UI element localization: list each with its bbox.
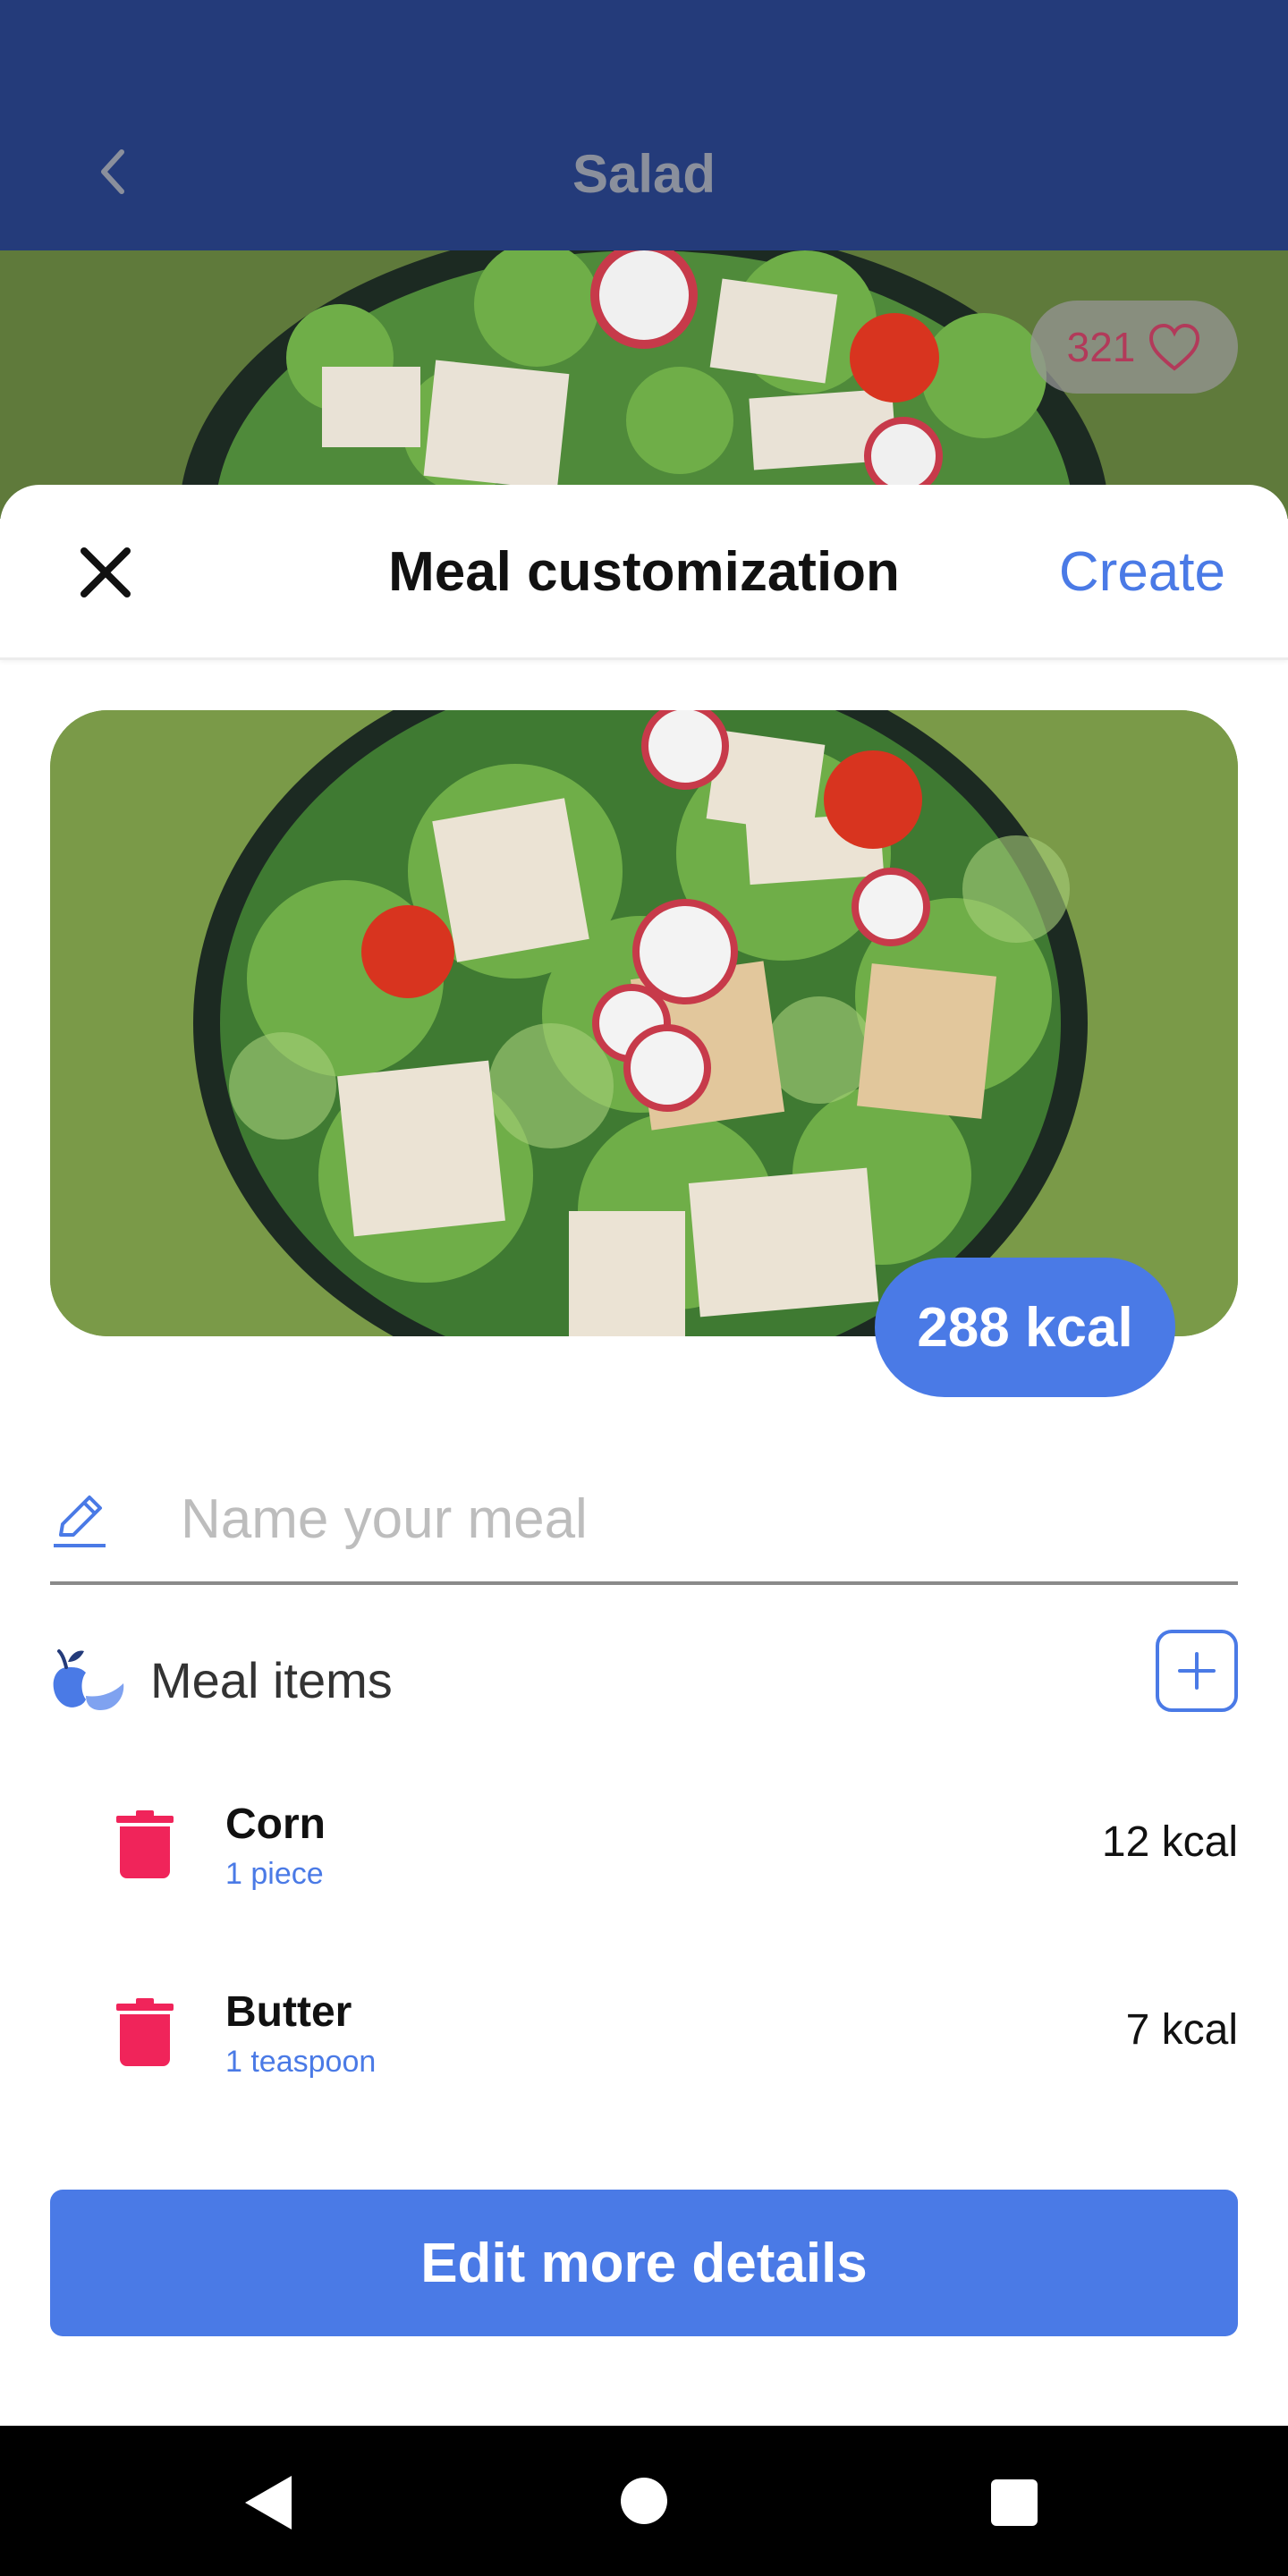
edit-more-details-button[interactable]: Edit more details	[50, 2190, 1238, 2336]
nav-back-icon[interactable]	[240, 2470, 297, 2535]
trash-icon[interactable]	[116, 1810, 174, 1878]
nav-recents-icon[interactable]	[991, 2479, 1038, 2526]
like-button[interactable]: 321	[1030, 301, 1238, 394]
create-button[interactable]: Create	[1059, 540, 1225, 604]
meal-item-name: Butter	[225, 1988, 352, 2036]
app-bar-title: Salad	[572, 144, 716, 204]
meal-customization-sheet: Meal customization Create 288 kcal Name …	[0, 485, 1288, 2426]
system-nav-bar	[0, 2426, 1288, 2576]
app-bar: Salad	[0, 0, 1288, 250]
meal-photo	[50, 710, 1238, 1336]
meal-items-header: Meal items	[50, 1630, 1238, 1728]
meal-item-amount: 1 piece	[225, 1857, 324, 1891]
fruit-icon	[53, 1649, 124, 1710]
plus-icon	[1178, 1652, 1216, 1690]
meal-item-kcal: 7 kcal	[1125, 2006, 1238, 2054]
nav-home-icon[interactable]	[621, 2478, 667, 2524]
meal-item-name: Corn	[225, 1801, 326, 1848]
meal-item-row: Corn 1 piece 12 kcal	[50, 1782, 1238, 1916]
meal-item-row: Butter 1 teaspoon 7 kcal	[50, 1970, 1238, 2104]
meal-name-input[interactable]	[181, 1474, 1200, 1563]
meal-name-field	[50, 1460, 1238, 1585]
heart-icon	[1149, 323, 1200, 371]
sheet-header: Meal customization Create	[0, 485, 1288, 660]
meal-items-title: Meal items	[150, 1652, 393, 1708]
add-item-button[interactable]	[1156, 1630, 1238, 1712]
trash-icon[interactable]	[116, 1998, 174, 2066]
meal-item-kcal: 12 kcal	[1101, 1818, 1238, 1866]
meal-item-amount: 1 teaspoon	[225, 2045, 377, 2079]
like-count: 321	[1066, 324, 1136, 370]
pencil-icon	[54, 1496, 106, 1547]
total-kcal-badge: 288 kcal	[875, 1258, 1175, 1397]
